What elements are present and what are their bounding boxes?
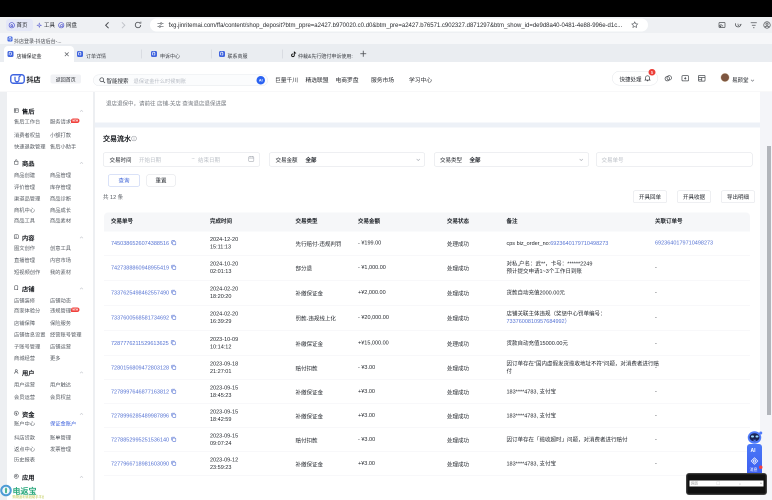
svg-text:购物返利省钱助手平台: 购物返利省钱助手平台 — [13, 494, 45, 499]
